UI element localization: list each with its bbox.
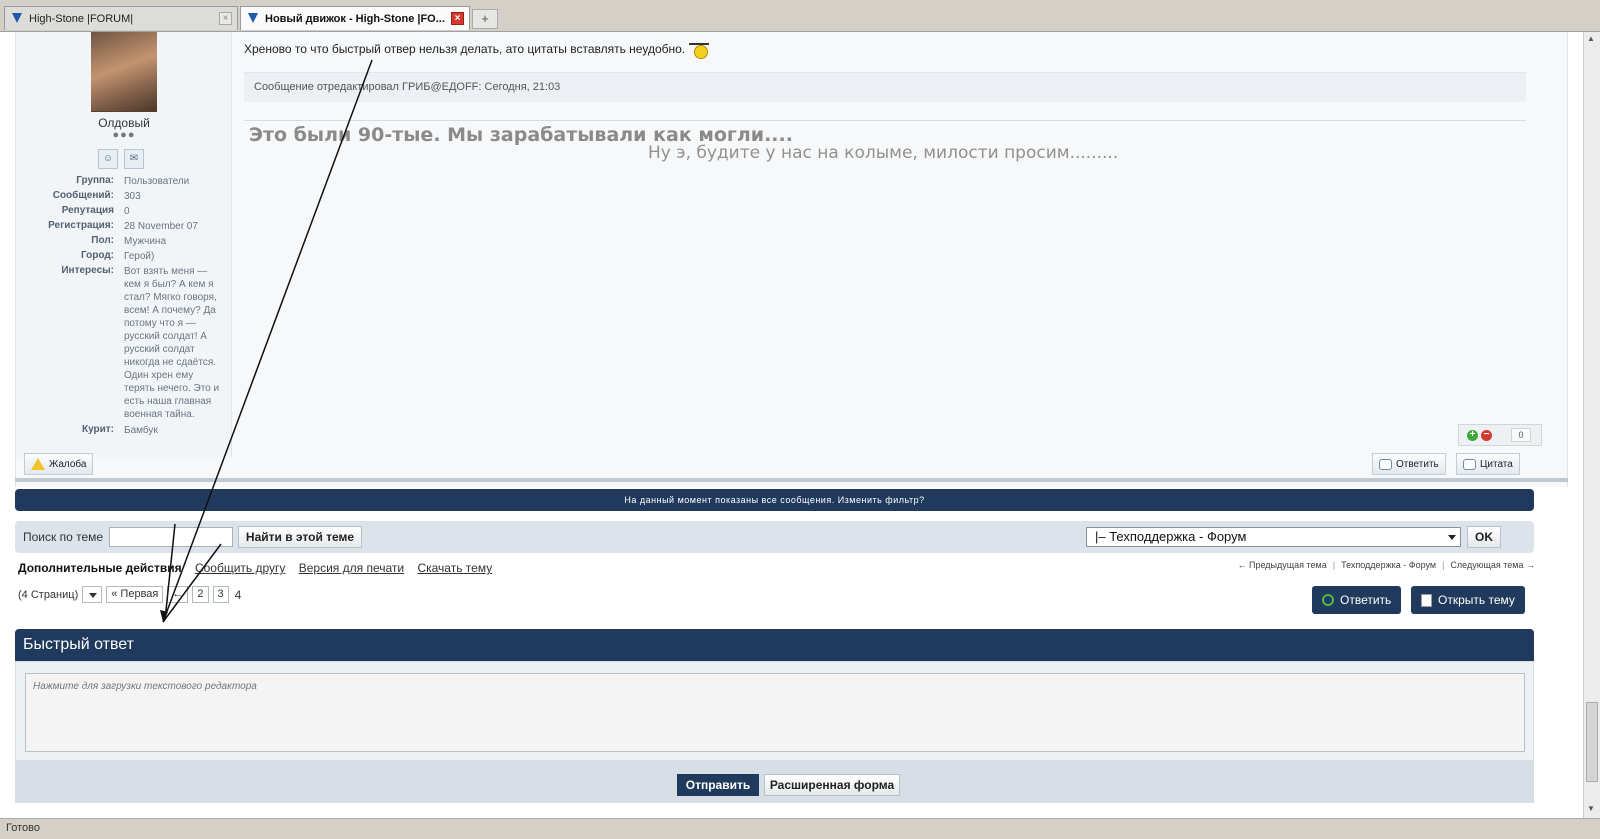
forum-link[interactable]: Техподдержка - Форум: [1341, 560, 1436, 570]
message-icon[interactable]: ✉: [124, 149, 144, 169]
quote-label: Цитата: [1480, 458, 1513, 470]
forum-post: Олдовый ●●● ☺ ✉ Группа: Пользователи Сооб…: [15, 32, 1568, 487]
edit-note: Сообщение отредактировал ГРИБ@ЕДOFF: Сег…: [244, 72, 1526, 102]
prev-topic-link[interactable]: ← Предыдущая тема: [1237, 560, 1326, 570]
tab-new-engine[interactable]: Новый движок - High-Stone |FO... ×: [240, 6, 470, 30]
annotation-arrowhead: [160, 610, 168, 622]
report-label: Жалоба: [49, 458, 87, 470]
reply-icon: [1379, 458, 1392, 470]
topic-search-bar: Поиск по теме Найти в этой теме |– Техпо…: [15, 521, 1534, 553]
quick-reply-editor[interactable]: [25, 673, 1525, 752]
chevron-down-icon: [1448, 535, 1456, 540]
advanced-form-button[interactable]: Расширенная форма: [764, 774, 900, 796]
topic-reply-button[interactable]: Ответить: [1312, 586, 1402, 614]
warning-icon: [31, 458, 45, 470]
annotation-arrow-line: [162, 543, 222, 623]
rep-count: 0: [1511, 428, 1531, 442]
download-topic-link[interactable]: Скачать тему: [417, 561, 492, 575]
page-jump-dropdown[interactable]: [82, 586, 103, 603]
prev-page-link[interactable]: ←: [167, 586, 189, 603]
author-name[interactable]: Олдовый: [16, 116, 232, 130]
tab-high-stone-forum[interactable]: High-Stone |FORUM| ×: [4, 6, 238, 30]
quick-reply-footer: Отправить Расширенная форма: [15, 761, 1534, 803]
pagination: (4 Страниц) « Первая ← 2 3 4: [18, 586, 241, 603]
rank-pips: ●●●: [112, 129, 136, 141]
page-scrollbar[interactable]: ▲ ▼: [1583, 32, 1600, 818]
nav-separator: |: [1332, 560, 1336, 570]
favicon-icon: [11, 12, 24, 25]
extra-actions: Дополнительные действия Сообщить другу В…: [18, 561, 492, 575]
post-message: Хреново то что быстрый отвер нельзя дела…: [244, 42, 710, 59]
forum-jump-ok-button[interactable]: OK: [1467, 526, 1501, 548]
post-separator: [15, 478, 1568, 482]
refresh-icon: [1322, 594, 1334, 606]
print-version-link[interactable]: Версия для печати: [299, 561, 404, 575]
tab-label: High-Stone |FORUM|: [29, 12, 134, 25]
reputation-box: + − 0: [1458, 424, 1542, 446]
topic-reply-label: Ответить: [1340, 593, 1392, 607]
quick-reply-header: Быстрый ответ: [15, 629, 1534, 661]
search-label: Поиск по теме: [23, 530, 104, 544]
quick-reply-body: [15, 661, 1534, 761]
search-topic-button[interactable]: Найти в этой теме: [238, 526, 362, 548]
post-reply-button[interactable]: Ответить: [1372, 453, 1446, 475]
page-count-label: (4 Страниц): [18, 588, 79, 601]
page-link[interactable]: 2: [192, 586, 209, 603]
scroll-thumb[interactable]: [1586, 702, 1598, 782]
search-input[interactable]: [109, 527, 233, 547]
filter-bar[interactable]: На данный момент показаны все сообщения.…: [15, 489, 1534, 511]
forum-jump-select[interactable]: |– Техподдержка - Форум: [1086, 527, 1461, 547]
reply-label: Ответить: [1396, 458, 1439, 470]
browser-tab-bar: High-Stone |FORUM| × Новый движок - High…: [0, 0, 1600, 32]
signature-text: Ну э, будите у нас на колыме, милости пр…: [648, 143, 1119, 163]
send-button[interactable]: Отправить: [677, 774, 759, 796]
extra-actions-title: Дополнительные действия: [18, 561, 182, 575]
document-icon: [1421, 593, 1432, 607]
quote-icon: [1463, 458, 1476, 470]
report-button[interactable]: Жалоба: [24, 453, 94, 475]
post-message-text: Хреново то что быстрый отвер нельзя дела…: [244, 42, 686, 56]
nav-separator: |: [1442, 560, 1445, 570]
smiley-icon: [689, 42, 710, 59]
rep-plus-icon[interactable]: +: [1467, 430, 1478, 441]
next-topic-link[interactable]: Следующая тема →: [1450, 560, 1535, 570]
topic-navigation: ← Предыдущая тема | Техподдержка - Форум | С…: [1237, 560, 1535, 570]
new-topic-label: Открыть тему: [1438, 593, 1515, 607]
scroll-up-icon[interactable]: ▲: [1587, 34, 1595, 43]
first-page-link[interactable]: « Первая: [106, 586, 164, 603]
signature-divider: [244, 120, 1526, 121]
author-column: Олдовый ●●● ☺ ✉ Группа: Пользователи Сооб…: [16, 32, 232, 457]
forum-selected-value: |– Техподдержка - Форум: [1095, 529, 1247, 544]
scroll-down-icon[interactable]: ▼: [1587, 804, 1595, 813]
page-content: Олдовый ●●● ☺ ✉ Группа: Пользователи Сооб…: [0, 32, 1583, 818]
rep-minus-icon[interactable]: −: [1481, 430, 1492, 441]
current-page: 4: [234, 587, 242, 602]
close-tab-icon[interactable]: ×: [219, 12, 232, 25]
status-bar: Готово: [0, 818, 1600, 839]
profile-icon[interactable]: ☺: [98, 149, 118, 169]
favicon-icon: [247, 12, 260, 25]
avatar[interactable]: [91, 32, 157, 112]
new-tab-button[interactable]: +: [472, 9, 498, 29]
tell-friend-link[interactable]: Сообщить другу: [195, 561, 285, 575]
tab-label: Новый движок - High-Stone |FO...: [265, 12, 445, 25]
quote-button[interactable]: Цитата: [1456, 453, 1520, 475]
close-tab-icon[interactable]: ×: [451, 12, 464, 25]
page-link[interactable]: 3: [212, 586, 229, 603]
new-topic-button[interactable]: Открыть тему: [1411, 586, 1525, 614]
